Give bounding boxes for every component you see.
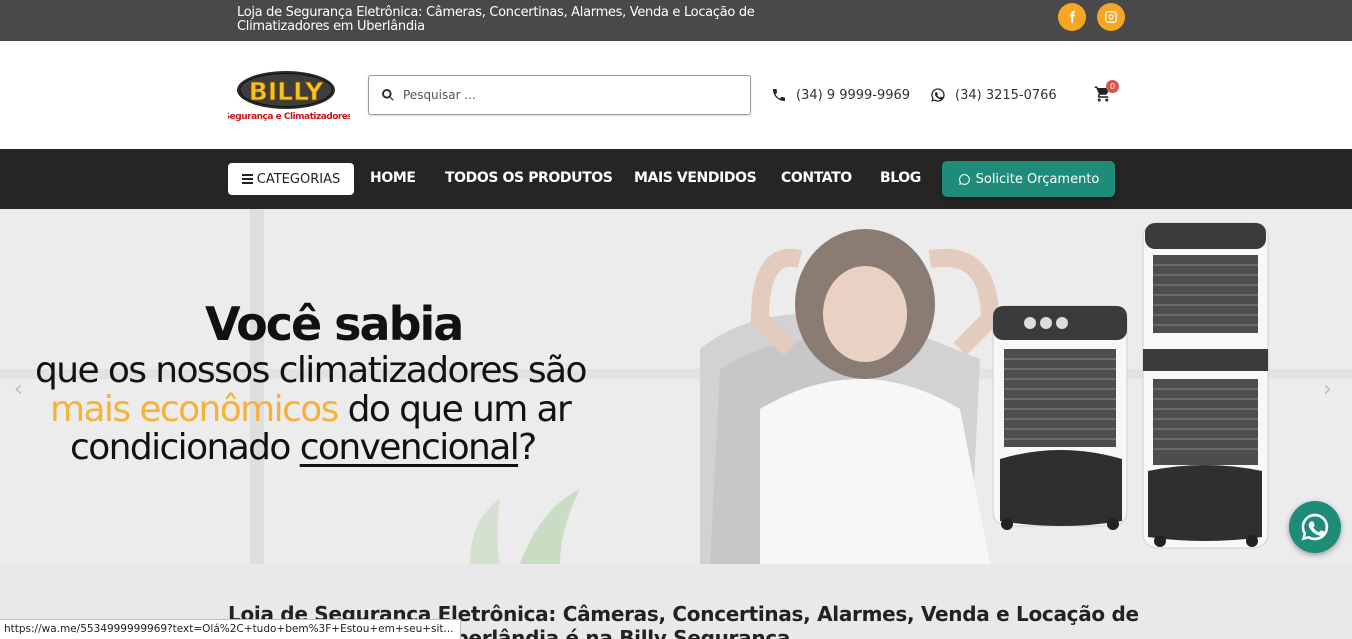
phone-contact[interactable]: (34) 9 9999-9969 [771,87,910,103]
nav-best-sellers[interactable]: MAIS VENDIDOS [634,170,757,186]
hero-line-1: Você sabia [205,297,464,351]
phone-icon [773,89,785,101]
instagram-icon [1105,11,1117,23]
request-quote-label: Solicite Orçamento [975,171,1100,187]
hero-line-3: mais econômicos do que um ar [50,389,572,430]
climatizer-tall-image [1142,222,1269,549]
hero-line-4-start: condicionado [70,427,300,468]
billy-logo-image: BILLY Segurança e Climatizadores [224,71,353,122]
hero-line-2: que os nossos climatizadores são [35,350,588,391]
whatsapp-icon [931,88,945,102]
whatsapp-number: (34) 3215-0766 [955,87,1057,103]
browser-status-url: https://wa.me/5534999999969?text=Olá%2C+… [0,619,461,639]
top-bar: Loja de Segurança Eletrônica: Câmeras, C… [0,0,1352,41]
nav-contact[interactable]: CONTATO [781,170,852,186]
search-icon [382,89,394,101]
instagram-link[interactable] [1097,3,1125,31]
header: BILLY Segurança e Climatizadores (34) 9 … [0,41,1352,149]
hero-line-3-rest: do que um ar [337,389,572,430]
cart-count-badge: 0 [1106,80,1119,93]
categories-label: CATEGORIAS [256,171,341,187]
categories-button[interactable]: CATEGORIAS [228,163,354,195]
nav-all-products[interactable]: TODOS OS PRODUTOS [445,170,613,186]
climatizer-small-image [992,305,1128,530]
facebook-icon [1069,11,1075,23]
facebook-link[interactable] [1058,3,1086,31]
hero-underlined-text: convencional [299,427,520,468]
hero-line-4: condicionado convencional? [70,427,537,468]
slider-prev-arrow[interactable]: ‹ [14,377,23,402]
whatsapp-contact[interactable]: (34) 3215-0766 [930,87,1057,103]
logo-tagline: Segurança e Climatizadores [228,112,350,122]
whatsapp-float-button[interactable] [1289,501,1341,553]
hero-headline: Você sabia que os nossos climatizadores … [0,209,700,564]
logo-brand: BILLY [249,77,324,106]
phone-number: (34) 9 9999-9969 [796,87,911,103]
menu-icon [241,172,253,186]
site-logo[interactable]: BILLY Segurança e Climatizadores [224,69,353,125]
topbar-tagline: Loja de Segurança Eletrônica: Câmeras, C… [237,5,755,34]
slider-next-arrow[interactable]: › [1323,377,1332,402]
whatsapp-icon [1301,513,1329,541]
search-box[interactable] [368,75,751,115]
main-nav: CATEGORIAS HOME TODOS OS PRODUTOS MAIS V… [0,149,1352,209]
request-quote-button[interactable]: Solicite Orçamento [942,161,1115,197]
nav-home[interactable]: HOME [370,170,416,186]
hero-slider: Você sabia que os nossos climatizadores … [0,209,1352,564]
nav-blog[interactable]: BLOG [880,170,921,186]
whatsapp-icon [958,173,970,185]
search-input[interactable] [403,88,733,102]
hero-accent-text: mais econômicos [50,389,339,430]
hero-line-4-end: ? [518,427,537,468]
